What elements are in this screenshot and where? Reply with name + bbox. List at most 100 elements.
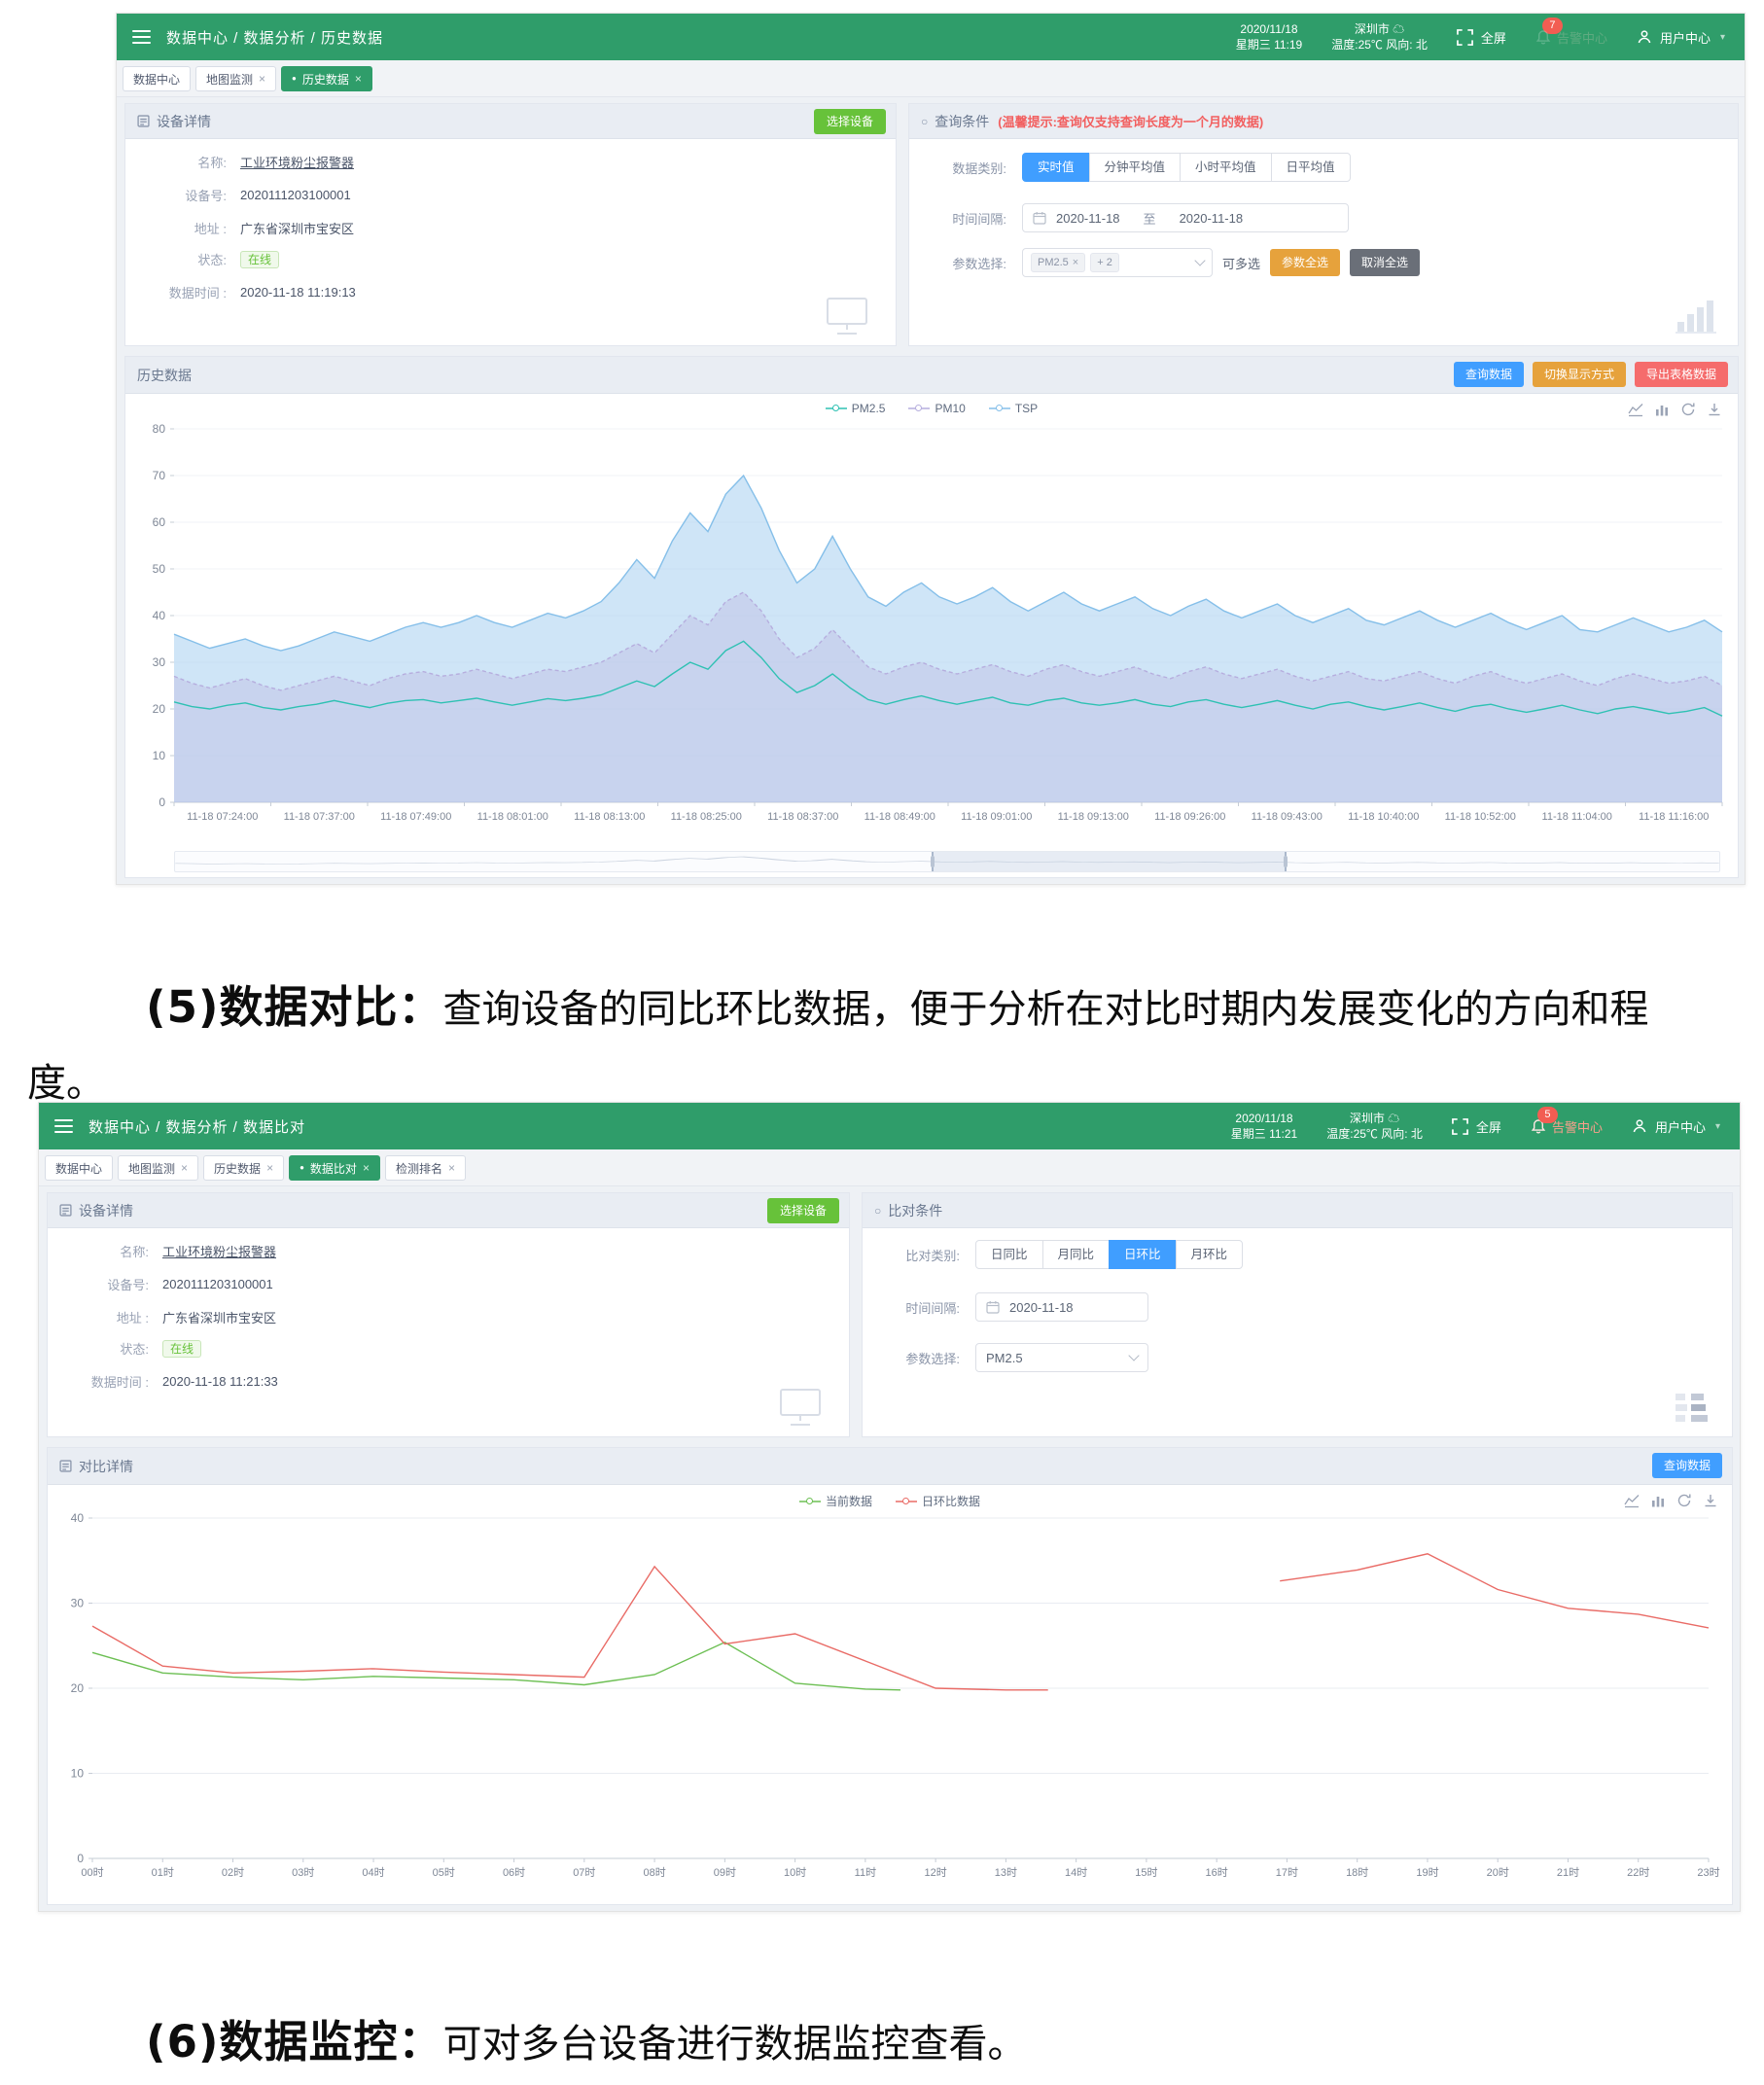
category-day-avg[interactable]: 日平均值 [1271,153,1351,182]
field-label: 数据类别: [923,159,1006,177]
export-table-button[interactable]: 导出表格数据 [1635,362,1728,387]
bar-chart-icon[interactable] [1650,1493,1666,1508]
close-icon[interactable]: × [363,1162,370,1174]
download-icon[interactable] [1703,1493,1718,1508]
compare-month-yoy[interactable]: 月同比 [1042,1240,1111,1269]
chart-toolbar [1628,402,1722,417]
compare-month-mom[interactable]: 月环比 [1176,1240,1244,1269]
close-icon[interactable]: × [266,1162,273,1174]
history-chart: 0102030405060708011-18 07:24:0011-18 07:… [129,421,1736,845]
legend-marker-icon [799,1497,821,1505]
category-hour-avg[interactable]: 小时平均值 [1180,153,1272,182]
datazoom-window[interactable] [932,852,1287,871]
chevron-down-icon [1128,1350,1139,1361]
svg-text:11-18 09:26:00: 11-18 09:26:00 [1154,811,1225,823]
weather: 深圳市 ☁ 温度:25℃ 风向: 北 [1326,1111,1423,1142]
tab-history-data[interactable]: ●历史数据× [281,66,372,91]
close-icon[interactable]: × [259,73,265,85]
line-chart-icon[interactable] [1628,402,1643,417]
device-name: 工业环境粉尘报警器 [162,1242,276,1260]
svg-text:13时: 13时 [995,1866,1017,1879]
legend-item[interactable]: 日环比数据 [896,1493,980,1509]
param-tag-pm25[interactable]: PM2.5× [1031,253,1085,272]
date-input[interactable]: 2020-11-18 [975,1292,1148,1322]
breadcrumb: 数据中心 / 数据分析 / 历史数据 [166,27,383,48]
bar-chart-icon[interactable] [1654,402,1670,417]
compare-conditions-panel: ○ 比对条件 比对类别: 日同比 月同比 日环比 月环比 时间间隔: 2020-… [862,1192,1733,1437]
field-label: 设备号: [125,186,227,204]
close-icon[interactable]: × [181,1162,188,1174]
tab-data-center[interactable]: 数据中心 [123,66,191,91]
svg-text:19时: 19时 [1416,1866,1438,1879]
close-icon[interactable]: × [1073,254,1078,271]
device-id: 2020111203100001 [240,188,351,202]
svg-text:11-18 08:01:00: 11-18 08:01:00 [477,811,548,823]
switch-display-button[interactable]: 切换显示方式 [1533,362,1626,387]
refresh-icon[interactable] [1680,402,1696,417]
alarm-center[interactable]: 5 告警中心 [1531,1117,1603,1136]
tab-map-monitor[interactable]: 地图监测× [118,1155,198,1181]
download-icon[interactable] [1707,402,1722,417]
tab-data-compare[interactable]: ●数据比对× [289,1155,380,1181]
legend-item[interactable]: PM10 [908,402,965,415]
field-label: 比对类别: [876,1246,960,1264]
line-chart-icon[interactable] [1624,1493,1640,1508]
parameter-select[interactable]: PM2.5 [975,1343,1148,1372]
svg-text:0: 0 [77,1852,84,1865]
menu-icon[interactable] [132,30,151,44]
legend-item[interactable]: PM2.5 [826,402,886,415]
close-icon[interactable]: × [355,73,362,85]
tab-history-data[interactable]: 历史数据× [203,1155,284,1181]
user-center[interactable]: 用户中心 ▾ [1632,1117,1720,1136]
legend-item[interactable]: 当前数据 [799,1493,872,1509]
category-minute-avg[interactable]: 分钟平均值 [1089,153,1182,182]
screenshot-data-compare: 数据中心 / 数据分析 / 数据比对 2020/11/18星期三 11:21 深… [38,1102,1741,1912]
tab-map-monitor[interactable]: 地图监测× [195,66,276,91]
legend-label: PM10 [935,402,965,415]
field-label: 数据时间 : [48,1372,149,1391]
legend-marker-icon [896,1497,917,1505]
fullscreen-button[interactable]: 全屏 [1457,28,1506,47]
legend-item[interactable]: TSP [989,402,1038,415]
datazoom-handle-left[interactable] [931,856,935,867]
parameter-select[interactable]: PM2.5× + 2 [1022,248,1213,277]
svg-text:23时: 23时 [1697,1866,1719,1879]
data-category-group: 实时值 分钟平均值 小时平均值 日平均值 [1022,153,1351,182]
caption-data-monitor: (6)数据监控：可对多台设备进行数据监控查看。 [27,2005,1673,2081]
svg-text:20: 20 [71,1681,85,1695]
svg-text:20: 20 [153,702,166,716]
query-data-button[interactable]: 查询数据 [1454,362,1524,387]
cancel-all-params-button[interactable]: 取消全选 [1350,249,1420,276]
query-data-button[interactable]: 查询数据 [1652,1453,1722,1478]
field-label: 地址 : [125,219,227,237]
alarm-center[interactable]: 7 告警中心 [1535,28,1607,47]
document-icon [59,1460,72,1472]
close-icon[interactable]: × [448,1162,455,1174]
compare-category-group: 日同比 月同比 日环比 月环比 [975,1240,1243,1269]
user-center[interactable]: 用户中心 ▾ [1637,28,1725,47]
circle-icon: ○ [874,1204,881,1218]
select-device-button[interactable]: 选择设备 [814,109,886,134]
fullscreen-button[interactable]: 全屏 [1452,1117,1501,1136]
field-label: 状态: [48,1339,149,1358]
datazoom-handle-right[interactable] [1284,856,1288,867]
date-range-input[interactable]: 2020-11-18 至 2020-11-18 [1022,203,1349,232]
svg-text:11-18 07:37:00: 11-18 07:37:00 [284,811,355,823]
legend-label: 日环比数据 [922,1493,980,1509]
tab-data-center[interactable]: 数据中心 [45,1155,113,1181]
compare-day-mom[interactable]: 日环比 [1109,1240,1177,1269]
legend-label: 当前数据 [826,1493,872,1509]
tab-detection-rank[interactable]: 检测排名× [385,1155,466,1181]
svg-text:05时: 05时 [433,1866,455,1879]
select-all-params-button[interactable]: 参数全选 [1270,249,1340,276]
compare-day-yoy[interactable]: 日同比 [975,1240,1043,1269]
svg-text:11-18 11:16:00: 11-18 11:16:00 [1639,811,1709,823]
menu-icon[interactable] [54,1119,73,1133]
datazoom-slider[interactable] [174,851,1720,872]
refresh-icon[interactable] [1676,1493,1692,1508]
select-device-button[interactable]: 选择设备 [767,1198,839,1223]
field-label: 时间间隔: [876,1298,960,1317]
category-realtime[interactable]: 实时值 [1022,153,1090,182]
multi-select-hint: 可多选 [1222,254,1260,272]
date-to: 2020-11-18 [1180,211,1244,226]
